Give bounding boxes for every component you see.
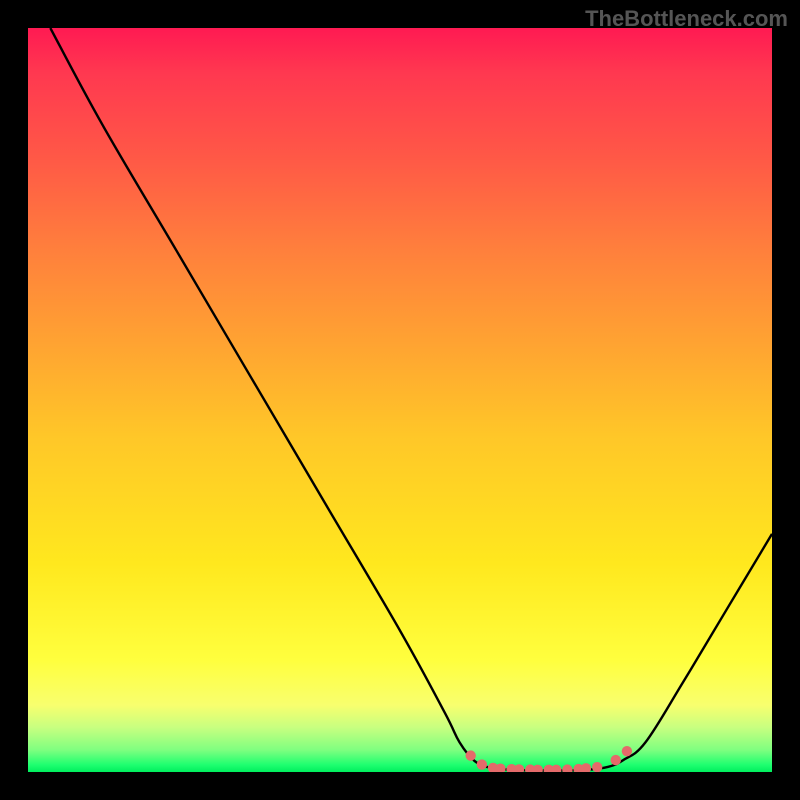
data-dot (551, 765, 561, 772)
chart-plot-area (28, 28, 772, 772)
data-dot (592, 762, 602, 772)
data-dot (465, 750, 475, 760)
curve-line (50, 28, 772, 771)
data-dot (581, 763, 591, 772)
data-dot (477, 759, 487, 769)
watermark-text: TheBottleneck.com (585, 6, 788, 32)
chart-svg (28, 28, 772, 772)
data-dot (514, 764, 524, 772)
data-dot (532, 765, 542, 772)
data-dot (622, 746, 632, 756)
data-dot (562, 764, 572, 772)
data-dot (611, 755, 621, 765)
